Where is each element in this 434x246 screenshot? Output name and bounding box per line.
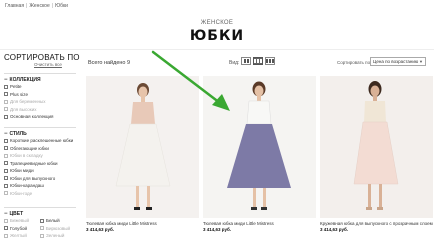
items-count: Всего найдено 9 xyxy=(88,60,131,66)
checkbox[interactable] xyxy=(40,226,44,231)
view-four-columns-button[interactable] xyxy=(265,57,275,65)
filter-option[interactable]: Желтый xyxy=(4,232,40,240)
checkbox[interactable] xyxy=(4,176,8,181)
breadcrumb-women[interactable]: Женское xyxy=(29,3,49,9)
filter-header-collection[interactable]: − КОЛЛЕКЦИЯ xyxy=(4,73,76,83)
product-price: 3 414,63 руб. xyxy=(320,227,348,232)
filter-option[interactable]: Для высоких xyxy=(4,106,76,114)
checkbox[interactable] xyxy=(4,146,8,151)
filter-option[interactable]: Для беременных xyxy=(4,98,76,106)
filter-option[interactable]: Юбки-карандаш xyxy=(4,182,76,190)
checkbox[interactable] xyxy=(4,218,8,223)
page-title: ЮБКИ xyxy=(189,28,245,44)
checkbox[interactable] xyxy=(40,233,44,238)
sidebar-title: СОРТИРОВАТЬ ПО xyxy=(4,53,80,62)
checkbox[interactable] xyxy=(4,191,8,196)
filter-option[interactable]: Зеленый xyxy=(40,232,76,240)
checkbox[interactable] xyxy=(4,107,8,112)
checkbox[interactable] xyxy=(4,99,8,104)
checkbox[interactable] xyxy=(4,138,8,143)
checkbox[interactable] xyxy=(4,183,8,188)
product-name[interactable]: Тюлевая юбка миди Little Mistress xyxy=(203,221,316,226)
filter-option[interactable]: Голубой xyxy=(4,225,40,233)
category-subtitle: ЖЕНСКОЕ xyxy=(200,20,234,26)
product-price: 3 414,63 руб. xyxy=(86,227,114,232)
checkbox[interactable] xyxy=(4,168,8,173)
breadcrumb-separator: | xyxy=(26,3,28,9)
filter-option[interactable]: Облегающие юбки xyxy=(4,145,76,153)
checkbox[interactable] xyxy=(4,226,8,231)
product-name[interactable]: Тюлевая юбка миди Little Mistress xyxy=(86,221,199,226)
breadcrumb-separator: | xyxy=(51,3,54,9)
filter-collection: − КОЛЛЕКЦИЯ Petite Plus size Для беремен… xyxy=(4,73,76,121)
filter-option[interactable]: Юбки для выпускного xyxy=(4,175,76,183)
breadcrumb-skirts[interactable]: Юбки xyxy=(55,3,68,9)
view-three-columns-button[interactable] xyxy=(253,57,263,65)
filter-option[interactable]: Белый xyxy=(40,217,76,225)
filter-color: − ЦВЕТ Бежевый Белый Голубой Бирюзовый Ж… xyxy=(4,207,76,240)
checkbox[interactable] xyxy=(4,114,8,119)
checkbox[interactable] xyxy=(4,92,8,97)
checkbox[interactable] xyxy=(40,218,44,223)
checkbox[interactable] xyxy=(4,233,8,238)
sort-select[interactable]: Цена по возрастанию ▼ xyxy=(370,57,426,66)
color-options: Бежевый Белый Голубой Бирюзовый Желтый З… xyxy=(4,217,76,240)
filter-option[interactable]: Бирюзовый xyxy=(40,225,76,233)
filter-option[interactable]: Основная коллекция xyxy=(4,113,76,121)
collapse-icon: − xyxy=(4,76,8,83)
filter-title: СТИЛЬ xyxy=(9,130,27,137)
view-toggle xyxy=(241,57,275,65)
filter-option[interactable]: Petite xyxy=(4,83,76,91)
filter-option[interactable]: Юбки-годе xyxy=(4,190,76,198)
checkbox[interactable] xyxy=(4,153,8,158)
filter-option[interactable]: Короткие расклешенные юбки xyxy=(4,137,76,145)
sort-label: Сортировать по: xyxy=(337,60,372,65)
filter-option[interactable]: Трапециевидные юбки xyxy=(4,160,76,168)
filter-style: − СТИЛЬ Короткие расклешенные юбки Облег… xyxy=(4,127,76,197)
sort-select-value: Цена по возрастанию xyxy=(373,59,419,64)
breadcrumb: Главная | Женское | Юбки xyxy=(5,3,68,9)
view-two-columns-button[interactable] xyxy=(241,57,251,65)
breadcrumb-home[interactable]: Главная xyxy=(5,3,24,9)
filter-title: ЦВЕТ xyxy=(9,210,24,217)
chevron-down-icon: ▼ xyxy=(419,59,423,64)
filter-header-color[interactable]: − ЦВЕТ xyxy=(4,207,76,217)
collapse-icon: − xyxy=(4,210,8,217)
product-price: 3 414,63 руб. xyxy=(203,227,231,232)
filter-header-style[interactable]: − СТИЛЬ xyxy=(4,127,76,137)
filter-option[interactable]: Бежевый xyxy=(4,217,40,225)
product-image[interactable] xyxy=(320,76,433,218)
checkbox[interactable] xyxy=(4,161,8,166)
clear-all-link[interactable]: Очистить все xyxy=(34,62,62,67)
product-card[interactable]: Кружевная юбка для выпускного с прозрачн… xyxy=(320,76,433,232)
checkbox[interactable] xyxy=(4,84,8,89)
annotation-arrow-icon xyxy=(151,50,230,111)
collapse-icon: − xyxy=(4,130,8,137)
filter-option[interactable]: Plus size xyxy=(4,91,76,99)
filter-title: КОЛЛЕКЦИЯ xyxy=(9,76,41,83)
filter-option[interactable]: Юбки миди xyxy=(4,167,76,175)
filter-option[interactable]: Юбки в складку xyxy=(4,152,76,160)
product-name[interactable]: Кружевная юбка для выпускного с прозрачн… xyxy=(320,221,433,226)
